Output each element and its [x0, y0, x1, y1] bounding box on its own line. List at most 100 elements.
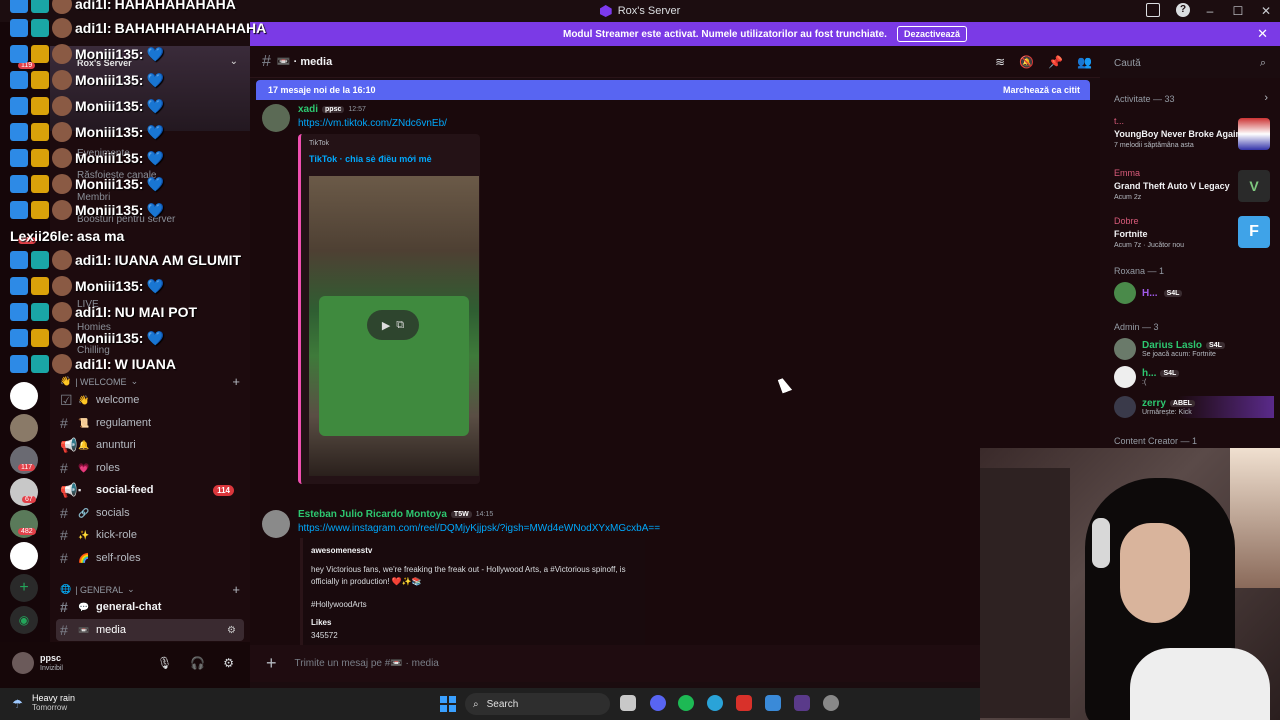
chat-badge-icon: [31, 201, 49, 219]
disable-streamer-button[interactable]: Dezactivează: [896, 26, 967, 42]
channel-label: socials: [96, 507, 130, 519]
weather-title: Heavy rain: [32, 693, 76, 703]
app-icon-gear[interactable]: [823, 695, 839, 711]
avatar[interactable]: [262, 510, 290, 538]
channel-anunturi[interactable]: 📢 🔔 anunturi: [56, 434, 244, 456]
threads-icon[interactable]: ≋: [995, 55, 1005, 69]
overlay-chat-user: adi1l:: [75, 304, 112, 320]
chat-badge-icon: [10, 251, 28, 269]
screen: Rox's Server ? – ☐ ✕ Modul Streamer este…: [0, 0, 1280, 720]
member-list-icon[interactable]: 👥: [1077, 55, 1092, 69]
chat-badge-icon: [10, 329, 28, 347]
message-author[interactable]: Esteban Julio Ricardo Montoya T5W 14:15: [298, 509, 493, 520]
chat-badge-icon: [10, 277, 28, 295]
member-tag: ABEL: [1169, 400, 1195, 407]
avatar[interactable]: [262, 104, 290, 132]
channel-settings-icon[interactable]: ⚙: [227, 625, 236, 636]
add-server-icon[interactable]: +: [10, 574, 38, 602]
member-name: Darius Laslo: [1142, 340, 1203, 351]
explore-icon[interactable]: ◉: [10, 606, 38, 634]
overlay-chat-user: adi1l:: [75, 356, 112, 372]
chat-badge-icon: [31, 19, 49, 37]
headphones-icon[interactable]: 🎧: [190, 656, 205, 670]
instagram-embed: awesomenesstv hey Victorious fans, we're…: [300, 538, 645, 645]
avatar: [52, 148, 72, 168]
close-banner-icon[interactable]: ✕: [1257, 26, 1268, 42]
weather-widget[interactable]: ☂ Heavy rain Tomorrow: [12, 693, 75, 712]
member-row[interactable]: h... S4L:(: [1114, 366, 1274, 388]
channel-kick-role[interactable]: # ✨ kick-role: [56, 524, 244, 546]
avatar: [52, 18, 72, 38]
search-input[interactable]: Caută ⌕: [1108, 52, 1274, 74]
server-icon-lde[interactable]: [10, 542, 38, 570]
add-attachment-icon[interactable]: +: [266, 653, 277, 674]
overlay-chat-text: IUANA AM GLUMIT: [114, 252, 242, 268]
notifications-icon[interactable]: 🔕: [1019, 55, 1034, 69]
play-button[interactable]: ▶ ⧉: [367, 310, 419, 340]
author-name[interactable]: Esteban Julio Ricardo Montoya: [298, 509, 447, 520]
app-icon-red[interactable]: [736, 695, 752, 711]
overlay-chat-text: HAHAHAHAHAHA: [114, 0, 236, 12]
user-panel: ppsc Invizibil 🎙 🎧 ⚙: [0, 642, 250, 688]
new-messages-bar[interactable]: 17 mesaje noi de la 16:10 Marchează ca c…: [256, 80, 1090, 100]
server-icon-w2g[interactable]: [10, 382, 38, 410]
spotify-icon[interactable]: [678, 695, 694, 711]
chat-badge-icon: [31, 0, 49, 13]
overlay-chat-text: NU MAI POT: [114, 304, 198, 320]
maximize-button[interactable]: ☐: [1224, 4, 1252, 18]
message-composer[interactable]: + Trimite un mesaj pe #📼 · media: [250, 645, 980, 682]
windows-start-icon[interactable]: [440, 696, 456, 712]
avatar: [1114, 282, 1136, 304]
message-link[interactable]: https://www.instagram.com/reel/DQMjyKjjp…: [298, 523, 660, 534]
chevron-right-icon[interactable]: ›: [1264, 92, 1268, 104]
channel-self-roles[interactable]: # 🌈 self-roles: [56, 547, 244, 569]
message-link[interactable]: https://vm.tiktok.com/ZNdc6vnEb/: [298, 118, 447, 129]
message-author[interactable]: xadi ppsc 12:57: [298, 104, 366, 115]
channel-media[interactable]: # 📼 media ⚙: [56, 619, 244, 641]
microphone-icon[interactable]: 🎙: [157, 656, 172, 670]
megaphone-icon: 📢: [60, 481, 78, 498]
author-name[interactable]: xadi: [298, 104, 318, 115]
heart-icon: 💙: [146, 201, 164, 218]
inbox-icon[interactable]: [1146, 3, 1160, 17]
close-window-button[interactable]: ✕: [1252, 4, 1280, 18]
chat-badge-icon: [31, 45, 49, 63]
server-icon-cat[interactable]: [10, 414, 38, 442]
category-general[interactable]: 🌐 | GENERAL ⌄ +: [60, 582, 240, 597]
video-thumbnail[interactable]: ▶ ⧉: [309, 176, 479, 476]
member-row[interactable]: H... S4L: [1114, 282, 1274, 304]
overlay-chat-user: Lexii26le:: [10, 228, 74, 244]
channel-welcome[interactable]: ☑ 👋 welcome: [56, 389, 244, 411]
pin-icon[interactable]: 📌: [1048, 55, 1063, 69]
help-icon[interactable]: ?: [1176, 3, 1190, 17]
member-row[interactable]: Darius Laslo S4L Se joacă acum: Fortnite: [1114, 338, 1274, 360]
user-name[interactable]: ppsc: [40, 653, 61, 663]
mark-read-button[interactable]: Marchează ca citit: [1003, 85, 1080, 95]
taskbar-search[interactable]: ⌕ Search: [465, 693, 610, 715]
window-title: Rox's Server: [599, 5, 680, 17]
channel-general-chat[interactable]: # 💬 general-chat: [56, 596, 244, 618]
discord-icon[interactable]: [650, 695, 666, 711]
chat-badge-icon: [10, 71, 28, 89]
embed-author[interactable]: awesomenesstv: [311, 546, 372, 555]
gear-icon[interactable]: ⚙: [223, 656, 234, 670]
embed-description: hey Victorious fans, we're freaking the …: [311, 565, 626, 586]
avatar[interactable]: [12, 652, 34, 674]
channel-socials[interactable]: # 🔗 socials: [56, 502, 244, 524]
minimize-button[interactable]: –: [1196, 4, 1224, 18]
edge-icon[interactable]: [707, 695, 723, 711]
avatar: [1114, 366, 1136, 388]
channel-roles[interactable]: # 💗 roles: [56, 457, 244, 479]
overlay-chat-user: Moniii135:: [75, 330, 144, 346]
channel-regulament[interactable]: # 📜 regulament: [56, 412, 244, 434]
overlay-chat-user: adi1l:: [75, 20, 112, 36]
add-channel-icon[interactable]: +: [232, 582, 240, 597]
channel-social-feed[interactable]: 📢 ▪ social-feed 114: [56, 479, 244, 501]
file-explorer-icon[interactable]: [620, 695, 636, 711]
member-row[interactable]: zerry ABEL Urmărește: Kick: [1114, 396, 1274, 418]
heart-icon: 💙: [146, 329, 164, 346]
embed-title[interactable]: TikTok · chia sẻ điều mới mẻ: [309, 154, 432, 164]
composer-placeholder[interactable]: Trimite un mesaj pe #📼 · media: [295, 658, 439, 669]
app-icon-blue[interactable]: [765, 695, 781, 711]
app-icon-purple[interactable]: [794, 695, 810, 711]
